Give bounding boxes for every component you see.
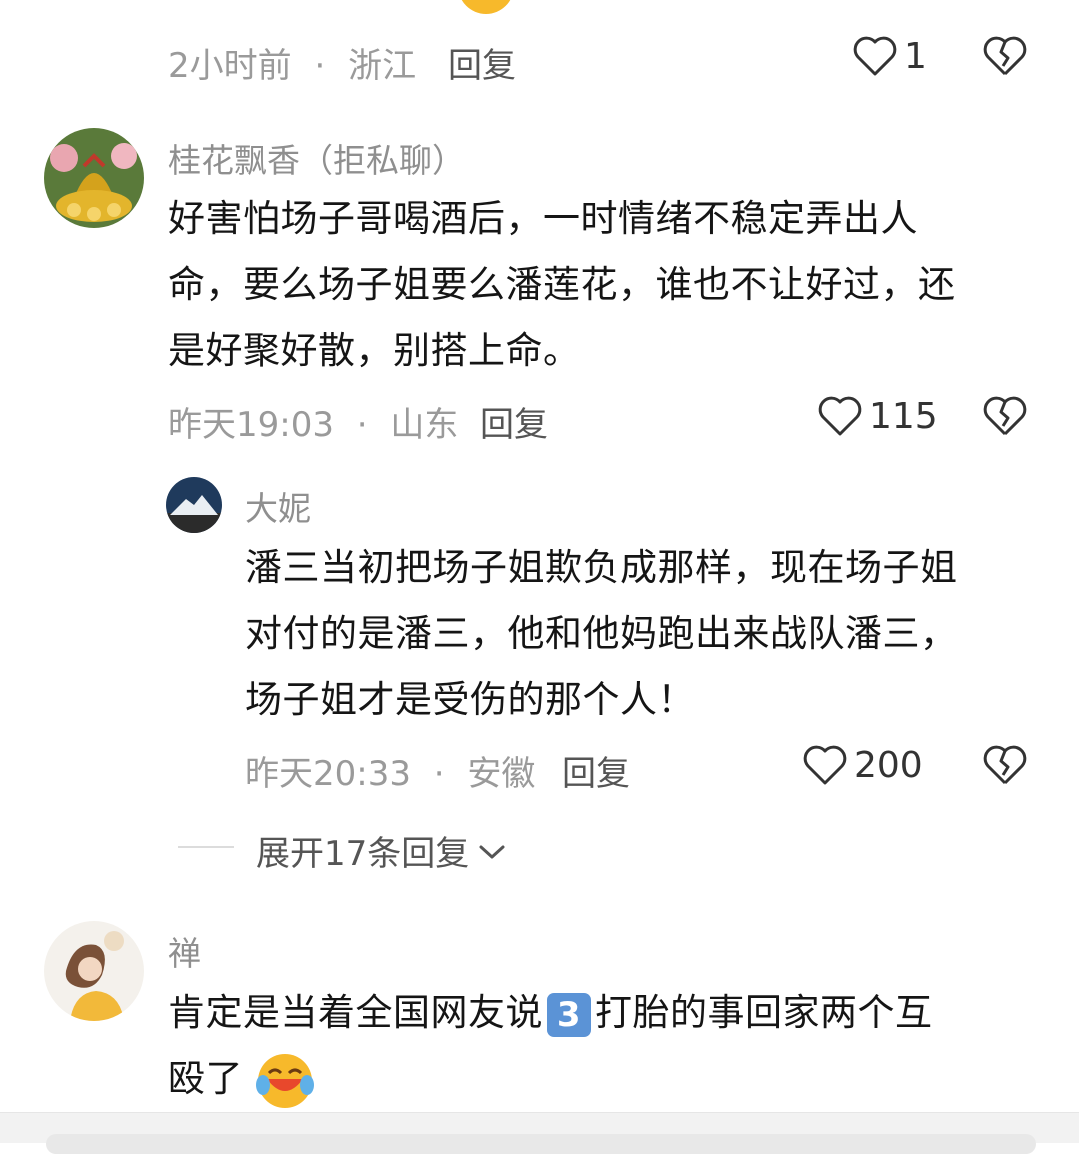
heart-outline-icon bbox=[852, 34, 898, 78]
reply-location: 安徽 bbox=[467, 754, 536, 794]
avatar[interactable] bbox=[44, 921, 144, 1021]
avatar[interactable] bbox=[166, 477, 222, 533]
laughing-emoji-partial bbox=[455, 0, 517, 16]
like-count: 200 bbox=[854, 744, 923, 786]
divider bbox=[178, 846, 234, 848]
reply-time: 昨天20:33 bbox=[245, 754, 411, 794]
comment-username[interactable]: 桂花飘香（拒私聊） bbox=[168, 134, 465, 182]
dislike-button[interactable] bbox=[982, 394, 1028, 438]
avatar[interactable] bbox=[44, 128, 144, 228]
reply-button[interactable]: 回复 bbox=[562, 746, 630, 795]
broken-heart-icon bbox=[982, 743, 1028, 787]
reply-text: 潘三当初把场子姐欺负成那样，现在场子姐 对付的是潘三，他和他妈跑出来战队潘三， … bbox=[245, 535, 1045, 733]
reply-button[interactable]: 回复 bbox=[448, 38, 516, 87]
laughing-crying-emoji bbox=[255, 1051, 315, 1111]
broken-heart-icon bbox=[982, 394, 1028, 438]
comment-text-line: 殴了 bbox=[168, 1046, 1048, 1112]
broken-heart-icon bbox=[982, 34, 1028, 78]
comment-location: 浙江 bbox=[348, 46, 417, 86]
reply-meta: 昨天20:33 · 安徽 bbox=[245, 746, 535, 795]
reply-text-line: 潘三当初把场子姐欺负成那样，现在场子姐 bbox=[245, 546, 958, 589]
comment-text-line: 肯定是当着全国网友说 3 打胎的事回家两个互 bbox=[168, 980, 1048, 1046]
expand-replies-button[interactable]: 展开17条回复 bbox=[256, 826, 507, 875]
keycap-3-emoji: 3 bbox=[547, 992, 591, 1037]
comment-time: 昨天19:03 bbox=[168, 405, 334, 445]
comment-text: 好害怕场子哥喝酒后，一时情绪不稳定弄出人 命，要么场子姐要么潘莲花，谁也不让好过… bbox=[168, 186, 1048, 384]
reply-text-line: 对付的是潘三，他和他妈跑出来战队潘三， bbox=[245, 612, 958, 655]
dislike-button[interactable] bbox=[982, 743, 1028, 787]
like-button[interactable]: 115 bbox=[817, 394, 938, 438]
expand-label: 展开17条回复 bbox=[256, 834, 470, 874]
comment-text-line: 好害怕场子哥喝酒后，一时情绪不稳定弄出人 bbox=[168, 197, 918, 240]
meta-separator: · bbox=[433, 754, 445, 794]
heart-outline-icon bbox=[802, 743, 848, 787]
comment-input-bar[interactable] bbox=[46, 1134, 1036, 1154]
chevron-down-icon bbox=[477, 831, 507, 871]
comment-meta: 昨天19:03 · 山东 bbox=[168, 397, 458, 446]
meta-separator: · bbox=[314, 46, 326, 86]
comment-location: 山东 bbox=[390, 405, 459, 445]
comment-text-line: 是好聚好散，别搭上命。 bbox=[168, 329, 581, 372]
comment-text-segment: 肯定是当着全国网友说 bbox=[168, 991, 543, 1034]
reply-username[interactable]: 大妮 bbox=[245, 482, 311, 530]
comment-text-line: 命，要么场子姐要么潘莲花，谁也不让好过，还 bbox=[168, 263, 956, 306]
like-count: 1 bbox=[904, 35, 927, 77]
comment-time: 2小时前 bbox=[168, 46, 292, 86]
like-count: 115 bbox=[869, 395, 938, 437]
like-button[interactable]: 1 bbox=[852, 34, 927, 78]
dislike-button[interactable] bbox=[982, 34, 1028, 78]
comment-meta: 2小时前 · 浙江 bbox=[168, 38, 416, 87]
comment-text: 肯定是当着全国网友说 3 打胎的事回家两个互 殴了 bbox=[168, 980, 1048, 1112]
reply-button[interactable]: 回复 bbox=[480, 397, 548, 446]
heart-outline-icon bbox=[817, 394, 863, 438]
like-button[interactable]: 200 bbox=[802, 743, 923, 787]
comment-text-segment: 殴了 bbox=[168, 1057, 243, 1100]
comment-text-segment: 打胎的事回家两个互 bbox=[595, 991, 933, 1034]
comment-username[interactable]: 禅 bbox=[168, 927, 201, 975]
reply-text-line: 场子姐才是受伤的那个人！ bbox=[245, 678, 695, 721]
meta-separator: · bbox=[356, 405, 368, 445]
